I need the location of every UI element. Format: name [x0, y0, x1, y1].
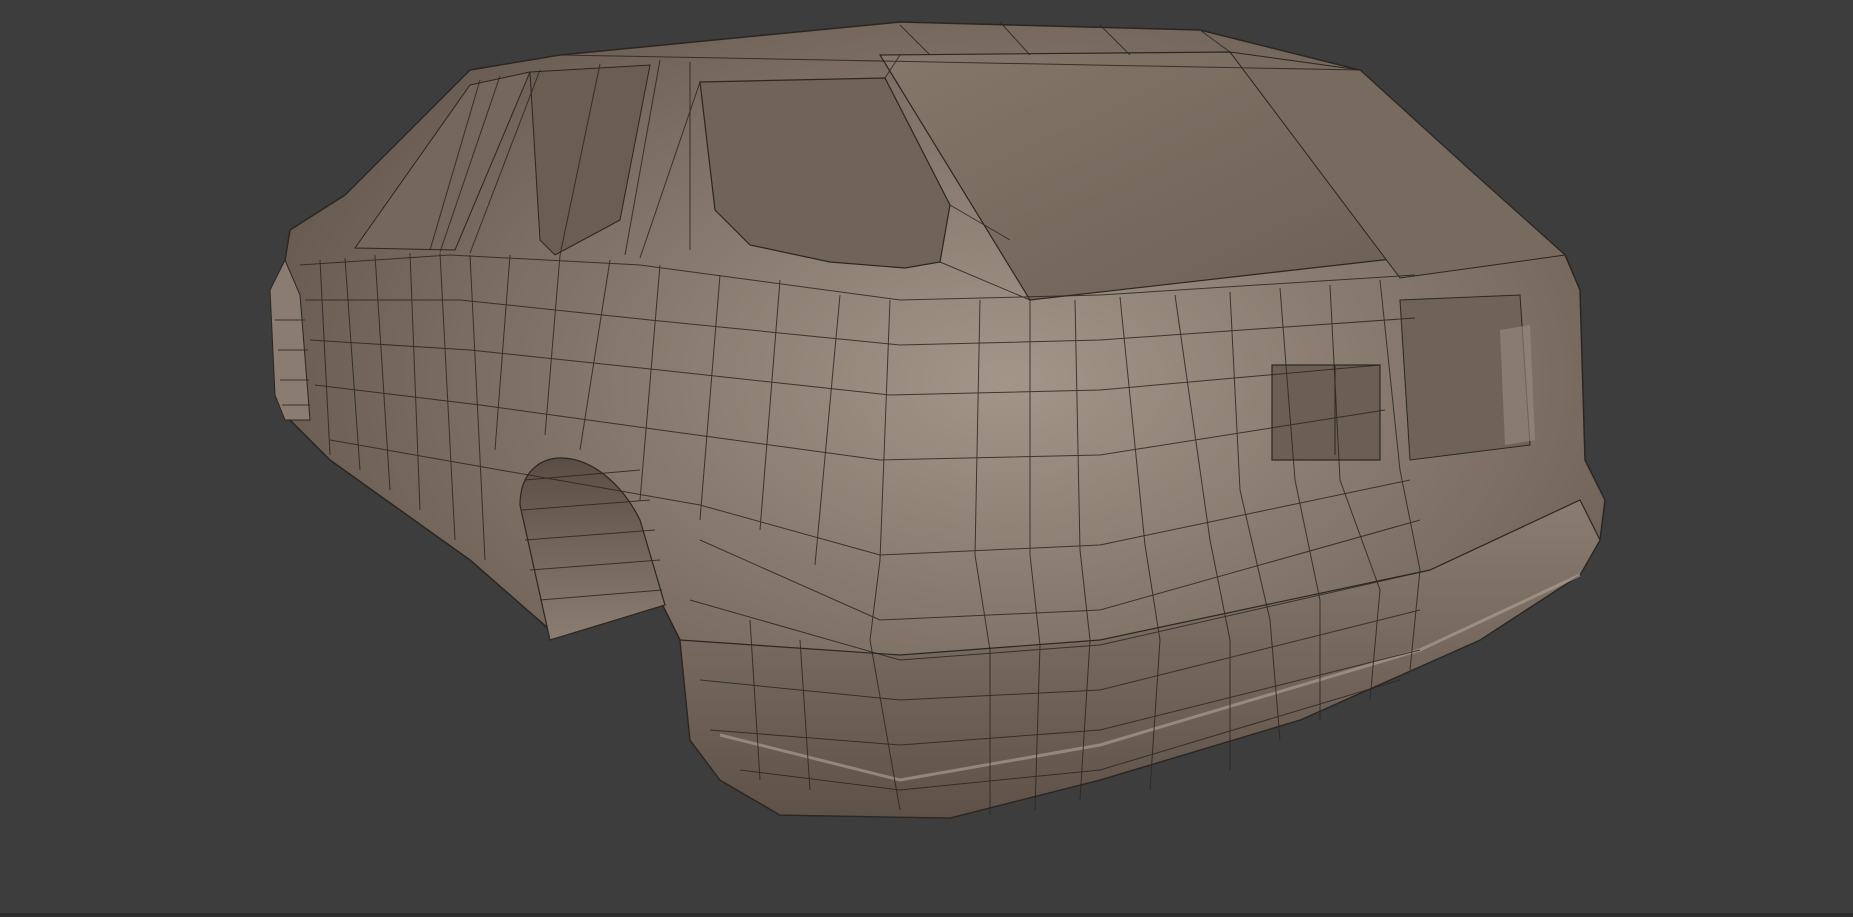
- 3d-viewport[interactable]: [0, 0, 1853, 917]
- car-mesh-icon[interactable]: [0, 0, 1853, 917]
- viewport-bottom-edge: [0, 913, 1853, 917]
